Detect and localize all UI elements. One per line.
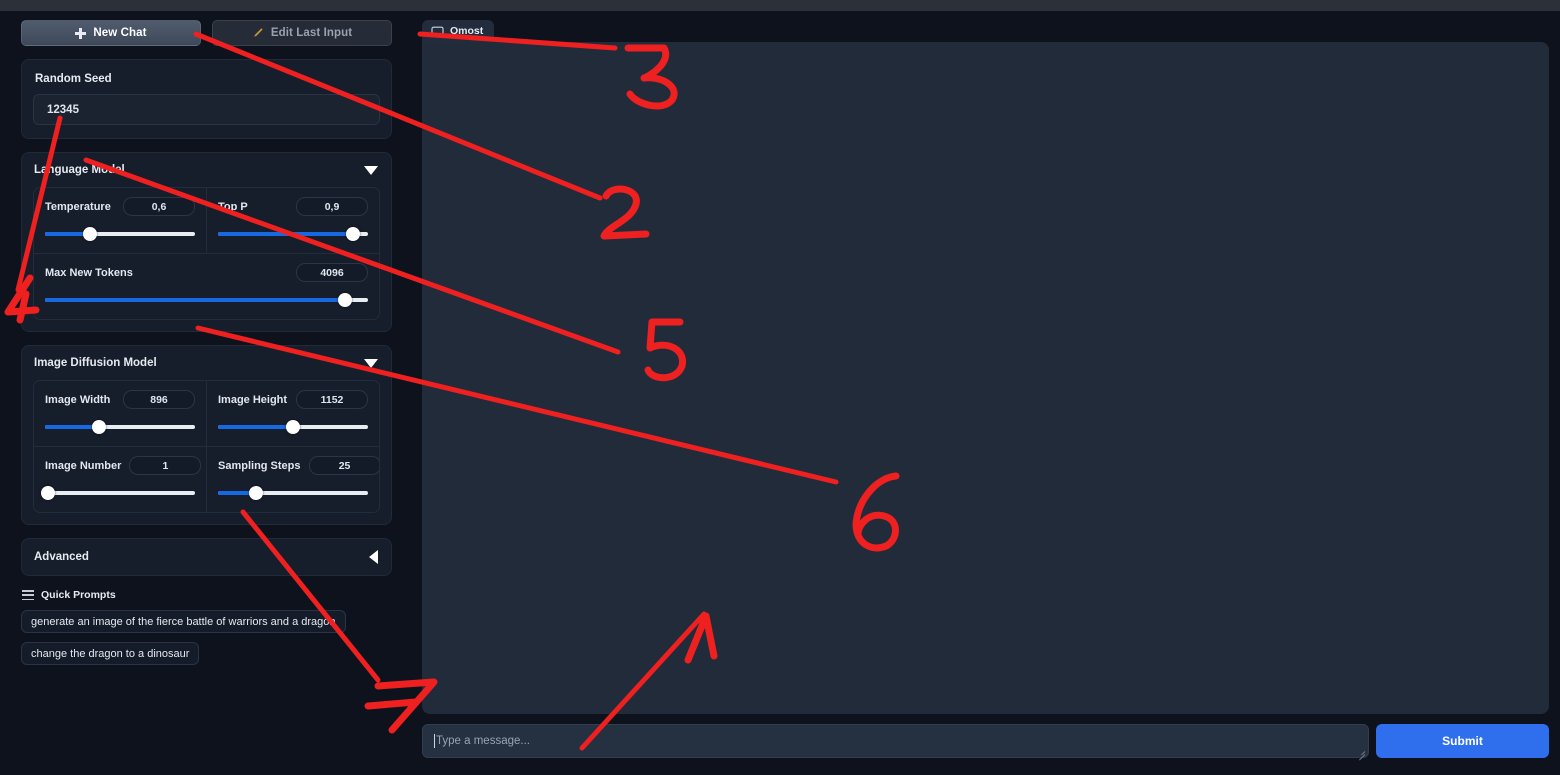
chevron-down-icon[interactable] bbox=[364, 358, 378, 368]
app-window: New Chat Edit Last Input Random Seed 123… bbox=[0, 0, 1560, 775]
random-seed-card: Random Seed 12345 bbox=[21, 59, 392, 139]
image-height-value[interactable]: 1152 bbox=[296, 390, 368, 409]
slider-thumb[interactable] bbox=[286, 420, 300, 434]
advanced-title: Advanced bbox=[34, 551, 89, 563]
image-width-label: Image Width bbox=[45, 393, 111, 406]
sampling-steps-label: Sampling Steps bbox=[218, 459, 301, 472]
language-model-body: Temperature 0,6 Top P 0,9 Max New Tokens… bbox=[33, 187, 380, 320]
slider-thumb[interactable] bbox=[248, 486, 263, 500]
chat-bubble-icon bbox=[431, 26, 444, 36]
slider-thumb[interactable] bbox=[338, 293, 353, 307]
image-height-label: Image Height bbox=[218, 393, 288, 406]
image-diffusion-model-card: Image Diffusion Model Image Width 896 Im… bbox=[21, 345, 392, 525]
list-icon bbox=[22, 590, 34, 600]
message-input-placeholder: Type a message... bbox=[436, 735, 530, 747]
image-width-value[interactable]: 896 bbox=[123, 390, 195, 409]
slider-row: Temperature 0,6 Top P 0,9 bbox=[34, 188, 379, 253]
image-width-slider-cell: Image Width 896 bbox=[34, 381, 206, 446]
chevron-left-icon[interactable] bbox=[369, 550, 378, 564]
advanced-header[interactable]: Advanced bbox=[22, 539, 391, 575]
temperature-slider[interactable] bbox=[45, 227, 195, 241]
tab-omost-label: Omost bbox=[450, 25, 484, 37]
quick-prompts-label: Quick Prompts bbox=[41, 589, 116, 601]
top-p-label: Top P bbox=[218, 200, 248, 213]
quick-prompt-item[interactable]: generate an image of the fierce battle o… bbox=[21, 610, 346, 633]
image-height-slider-cell: Image Height 1152 bbox=[206, 381, 379, 446]
message-input[interactable]: Type a message... bbox=[422, 724, 1369, 761]
top-p-value[interactable]: 0,9 bbox=[296, 197, 368, 216]
slider-thumb[interactable] bbox=[92, 420, 106, 434]
slider-thumb[interactable] bbox=[41, 486, 55, 500]
plus-icon bbox=[75, 27, 87, 39]
image-diffusion-model-body: Image Width 896 Image Height 1152 Image … bbox=[33, 380, 380, 513]
slider-fill bbox=[45, 298, 346, 302]
chevron-down-icon[interactable] bbox=[364, 165, 378, 175]
slider-row: Max New Tokens 4096 bbox=[34, 253, 379, 319]
window-title-strip bbox=[0, 0, 1560, 11]
sampling-steps-slider[interactable] bbox=[218, 486, 368, 500]
composer: Type a message... Submit bbox=[422, 724, 1549, 761]
image-number-slider[interactable] bbox=[41, 486, 195, 500]
pencil-icon bbox=[253, 28, 263, 37]
slider-row: Image Number 1 Sampling Steps 25 bbox=[34, 446, 379, 512]
image-number-slider-cell: Image Number 1 bbox=[34, 447, 206, 512]
quick-prompts-list: generate an image of the fierce battle o… bbox=[21, 610, 392, 674]
top-p-slider[interactable] bbox=[218, 227, 368, 241]
image-diffusion-model-header[interactable]: Image Diffusion Model bbox=[22, 346, 391, 380]
temperature-slider-cell: Temperature 0,6 bbox=[34, 188, 206, 253]
main-panel: Omost Type a message... Submit bbox=[413, 11, 1560, 775]
tab-bar: Omost bbox=[422, 20, 1549, 42]
sidebar-top-buttons: New Chat Edit Last Input bbox=[21, 20, 392, 46]
slider-thumb[interactable] bbox=[83, 227, 97, 241]
slider-track bbox=[45, 491, 195, 495]
tab-omost[interactable]: Omost bbox=[422, 20, 495, 42]
random-seed-input[interactable]: 12345 bbox=[33, 94, 380, 125]
text-caret bbox=[434, 734, 435, 748]
chat-message-area[interactable] bbox=[422, 42, 1549, 714]
temperature-label: Temperature bbox=[45, 200, 111, 213]
quick-prompts-header: Quick Prompts bbox=[22, 589, 392, 601]
resize-handle[interactable] bbox=[1357, 747, 1366, 761]
sampling-steps-slider-cell: Sampling Steps 25 bbox=[206, 447, 379, 512]
submit-label: Submit bbox=[1442, 734, 1483, 748]
new-chat-label: New Chat bbox=[93, 27, 147, 39]
top-p-slider-cell: Top P 0,9 bbox=[206, 188, 379, 253]
max-new-tokens-slider-cell: Max New Tokens 4096 bbox=[34, 254, 379, 319]
max-new-tokens-slider[interactable] bbox=[45, 293, 368, 307]
slider-fill bbox=[218, 425, 293, 429]
slider-fill bbox=[218, 232, 353, 236]
image-number-label: Image Number bbox=[45, 459, 122, 472]
image-width-slider[interactable] bbox=[45, 420, 195, 434]
max-new-tokens-label: Max New Tokens bbox=[45, 266, 133, 279]
slider-thumb[interactable] bbox=[346, 227, 360, 241]
advanced-card: Advanced bbox=[21, 538, 392, 576]
random-seed-value: 12345 bbox=[47, 103, 79, 116]
sampling-steps-value[interactable]: 25 bbox=[308, 456, 379, 475]
edit-last-input-label: Edit Last Input bbox=[270, 27, 353, 39]
language-model-card: Language Model Temperature 0,6 Top P 0,9… bbox=[21, 152, 392, 332]
slider-fill bbox=[45, 425, 99, 429]
temperature-value[interactable]: 0,6 bbox=[123, 197, 195, 216]
new-chat-button[interactable]: New Chat bbox=[21, 20, 201, 46]
quick-prompt-item[interactable]: change the dragon to a dinosaur bbox=[21, 642, 200, 665]
image-number-value[interactable]: 1 bbox=[129, 456, 202, 475]
language-model-title: Language Model bbox=[34, 164, 125, 176]
language-model-header[interactable]: Language Model bbox=[22, 153, 391, 187]
random-seed-label: Random Seed bbox=[35, 73, 112, 85]
image-height-slider[interactable] bbox=[218, 420, 368, 434]
slider-row: Image Width 896 Image Height 1152 bbox=[34, 381, 379, 446]
edit-last-input-button[interactable]: Edit Last Input bbox=[212, 20, 392, 46]
quick-prompts-section: Quick Prompts generate an image of the f… bbox=[21, 589, 392, 674]
submit-button[interactable]: Submit bbox=[1376, 724, 1549, 758]
image-diffusion-model-title: Image Diffusion Model bbox=[34, 357, 157, 369]
sidebar: New Chat Edit Last Input Random Seed 123… bbox=[0, 11, 413, 775]
max-new-tokens-value[interactable]: 4096 bbox=[296, 263, 368, 282]
